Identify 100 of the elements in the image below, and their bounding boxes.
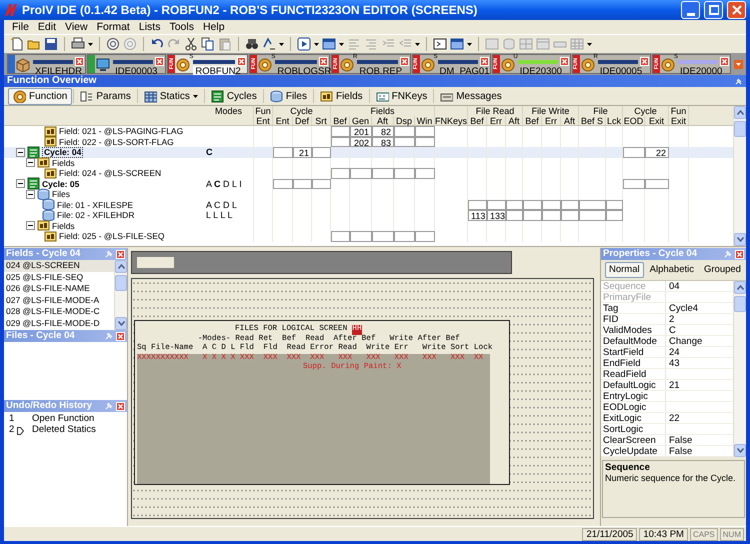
collapse-icon[interactable] [16,179,25,188]
replace-icon[interactable] [262,37,276,51]
scroll-down-button[interactable] [734,444,746,457]
dropdown-caret-icon[interactable] [279,42,284,46]
edit-cell[interactable] [350,168,372,178]
copy-icon[interactable] [201,37,215,51]
grid-icon[interactable] [519,37,533,51]
window-icon[interactable] [450,37,464,51]
property-value[interactable]: Cycle4 [666,303,698,313]
section-tab[interactable]: Params [75,88,136,104]
close-button[interactable] [727,1,746,19]
tree-row[interactable]: Field: 021 - @LS-PAGING-FLAG 201 82 [4,126,733,136]
menu-item[interactable]: View [61,20,92,34]
edit-cell[interactable] [623,147,645,158]
collapse-icon[interactable] [26,158,35,168]
view-tab[interactable]: Grouped [700,262,745,278]
table-cell[interactable]: 113 [468,210,487,220]
scroll-up-button[interactable] [734,281,746,294]
edit-cell[interactable] [523,210,542,220]
table-cell[interactable]: 201 [350,126,372,136]
scroll-up-button[interactable] [115,260,127,273]
align-icon[interactable] [364,37,378,51]
edit-cell[interactable] [415,231,435,242]
dropdown-caret-icon[interactable] [339,42,344,46]
collapse-icon[interactable] [26,221,35,230]
pin-icon[interactable] [105,332,113,340]
table-cell[interactable]: 83 [372,136,394,147]
menu-item[interactable]: Format [92,20,134,34]
edit-cell[interactable] [372,168,394,178]
view-tab[interactable]: Normal [605,262,644,278]
list-item[interactable]: 027 @LS-FILE-MODE-A [4,294,114,306]
edit-cell[interactable] [331,231,350,242]
menu-item[interactable]: Help [198,20,229,34]
scroll-thumb[interactable] [734,296,746,312]
edit-cell[interactable] [273,147,293,158]
tree-row[interactable]: File: 02 - XFILEHDR L L L L 113 133 [4,210,733,220]
tree-row[interactable]: Field: 024 - @LS-SCREEN [4,168,733,178]
edit-cell[interactable] [579,200,606,210]
edit-cell[interactable] [561,200,579,210]
list-item[interactable]: 024 @LS-SCREEN [4,260,114,272]
section-tab[interactable]: Function [8,88,72,104]
scrollbar[interactable] [733,106,746,246]
table-cell[interactable]: 133 [487,210,506,220]
circle-icon[interactable] [106,37,120,51]
collapse-icon[interactable] [26,190,35,199]
edit-cell[interactable] [331,136,350,147]
dropdown-caret-icon[interactable] [314,42,319,46]
maximize-button[interactable] [704,1,723,19]
view-tab[interactable]: Alphabetic [646,262,698,278]
edit-cell[interactable] [273,178,293,189]
tree-row[interactable]: File: 01 - XFILESPE A C D L [4,200,733,210]
scroll-thumb[interactable] [115,275,127,291]
edit-cell[interactable] [561,210,579,220]
pin-icon[interactable] [734,76,743,86]
edit-cell[interactable] [487,200,506,210]
tree-row[interactable]: Field: 025 - @LS-FILE-SEQ [4,231,733,242]
new-file-icon[interactable] [10,37,24,51]
section-tab[interactable]: Fields [314,88,368,104]
grid-icon[interactable] [485,37,499,51]
section-tab[interactable]: Messages [435,88,507,104]
property-value[interactable]: False [666,435,692,445]
dropdown-caret-icon[interactable] [415,42,420,46]
edit-cell[interactable] [350,231,372,242]
dropdown-caret-icon[interactable] [587,42,592,46]
run-icon[interactable] [297,37,311,51]
edit-cell[interactable] [394,126,415,136]
edit-cell[interactable] [415,136,435,147]
document-tab[interactable]: XFILEHDR [7,54,86,74]
edit-cell[interactable] [623,178,645,189]
edit-cell[interactable] [468,200,487,210]
section-tab[interactable]: Cycles [206,88,262,104]
menu-item[interactable]: Edit [34,20,60,34]
scrollbar[interactable] [114,260,127,330]
list-item[interactable]: 025 @LS-FILE-SEQ [4,272,114,283]
edit-cell[interactable] [372,231,394,242]
save-icon[interactable] [44,37,58,51]
edit-cell[interactable] [606,210,623,220]
close-button[interactable] [735,250,744,258]
edit-cell[interactable] [415,126,435,136]
table-icon[interactable] [536,37,550,51]
edit-cell[interactable] [645,178,669,189]
edit-cell[interactable] [542,200,561,210]
table-cell[interactable]: 21 [293,147,312,158]
print-icon[interactable] [71,37,85,51]
tree-row[interactable]: Cycle: 05 A C D L I [4,178,733,189]
edit-cell[interactable] [394,231,415,242]
close-button[interactable] [116,332,125,340]
edit-cell[interactable] [579,210,606,220]
scroll-down-button[interactable] [115,317,127,330]
history-item[interactable]: 1 Open Function [4,414,127,425]
edit-cell[interactable] [331,168,350,178]
edit-cell[interactable] [415,168,435,178]
panel-icon[interactable] [433,37,447,51]
scroll-up-button[interactable] [734,106,746,119]
edit-cell[interactable] [506,200,523,210]
close-button[interactable] [116,250,125,258]
list-item[interactable]: 028 @LS-FILE-MODE-C [4,306,114,318]
property-value[interactable]: 2 [666,314,674,324]
table-cell[interactable]: 22 [645,147,669,158]
cut-icon[interactable] [184,37,198,51]
